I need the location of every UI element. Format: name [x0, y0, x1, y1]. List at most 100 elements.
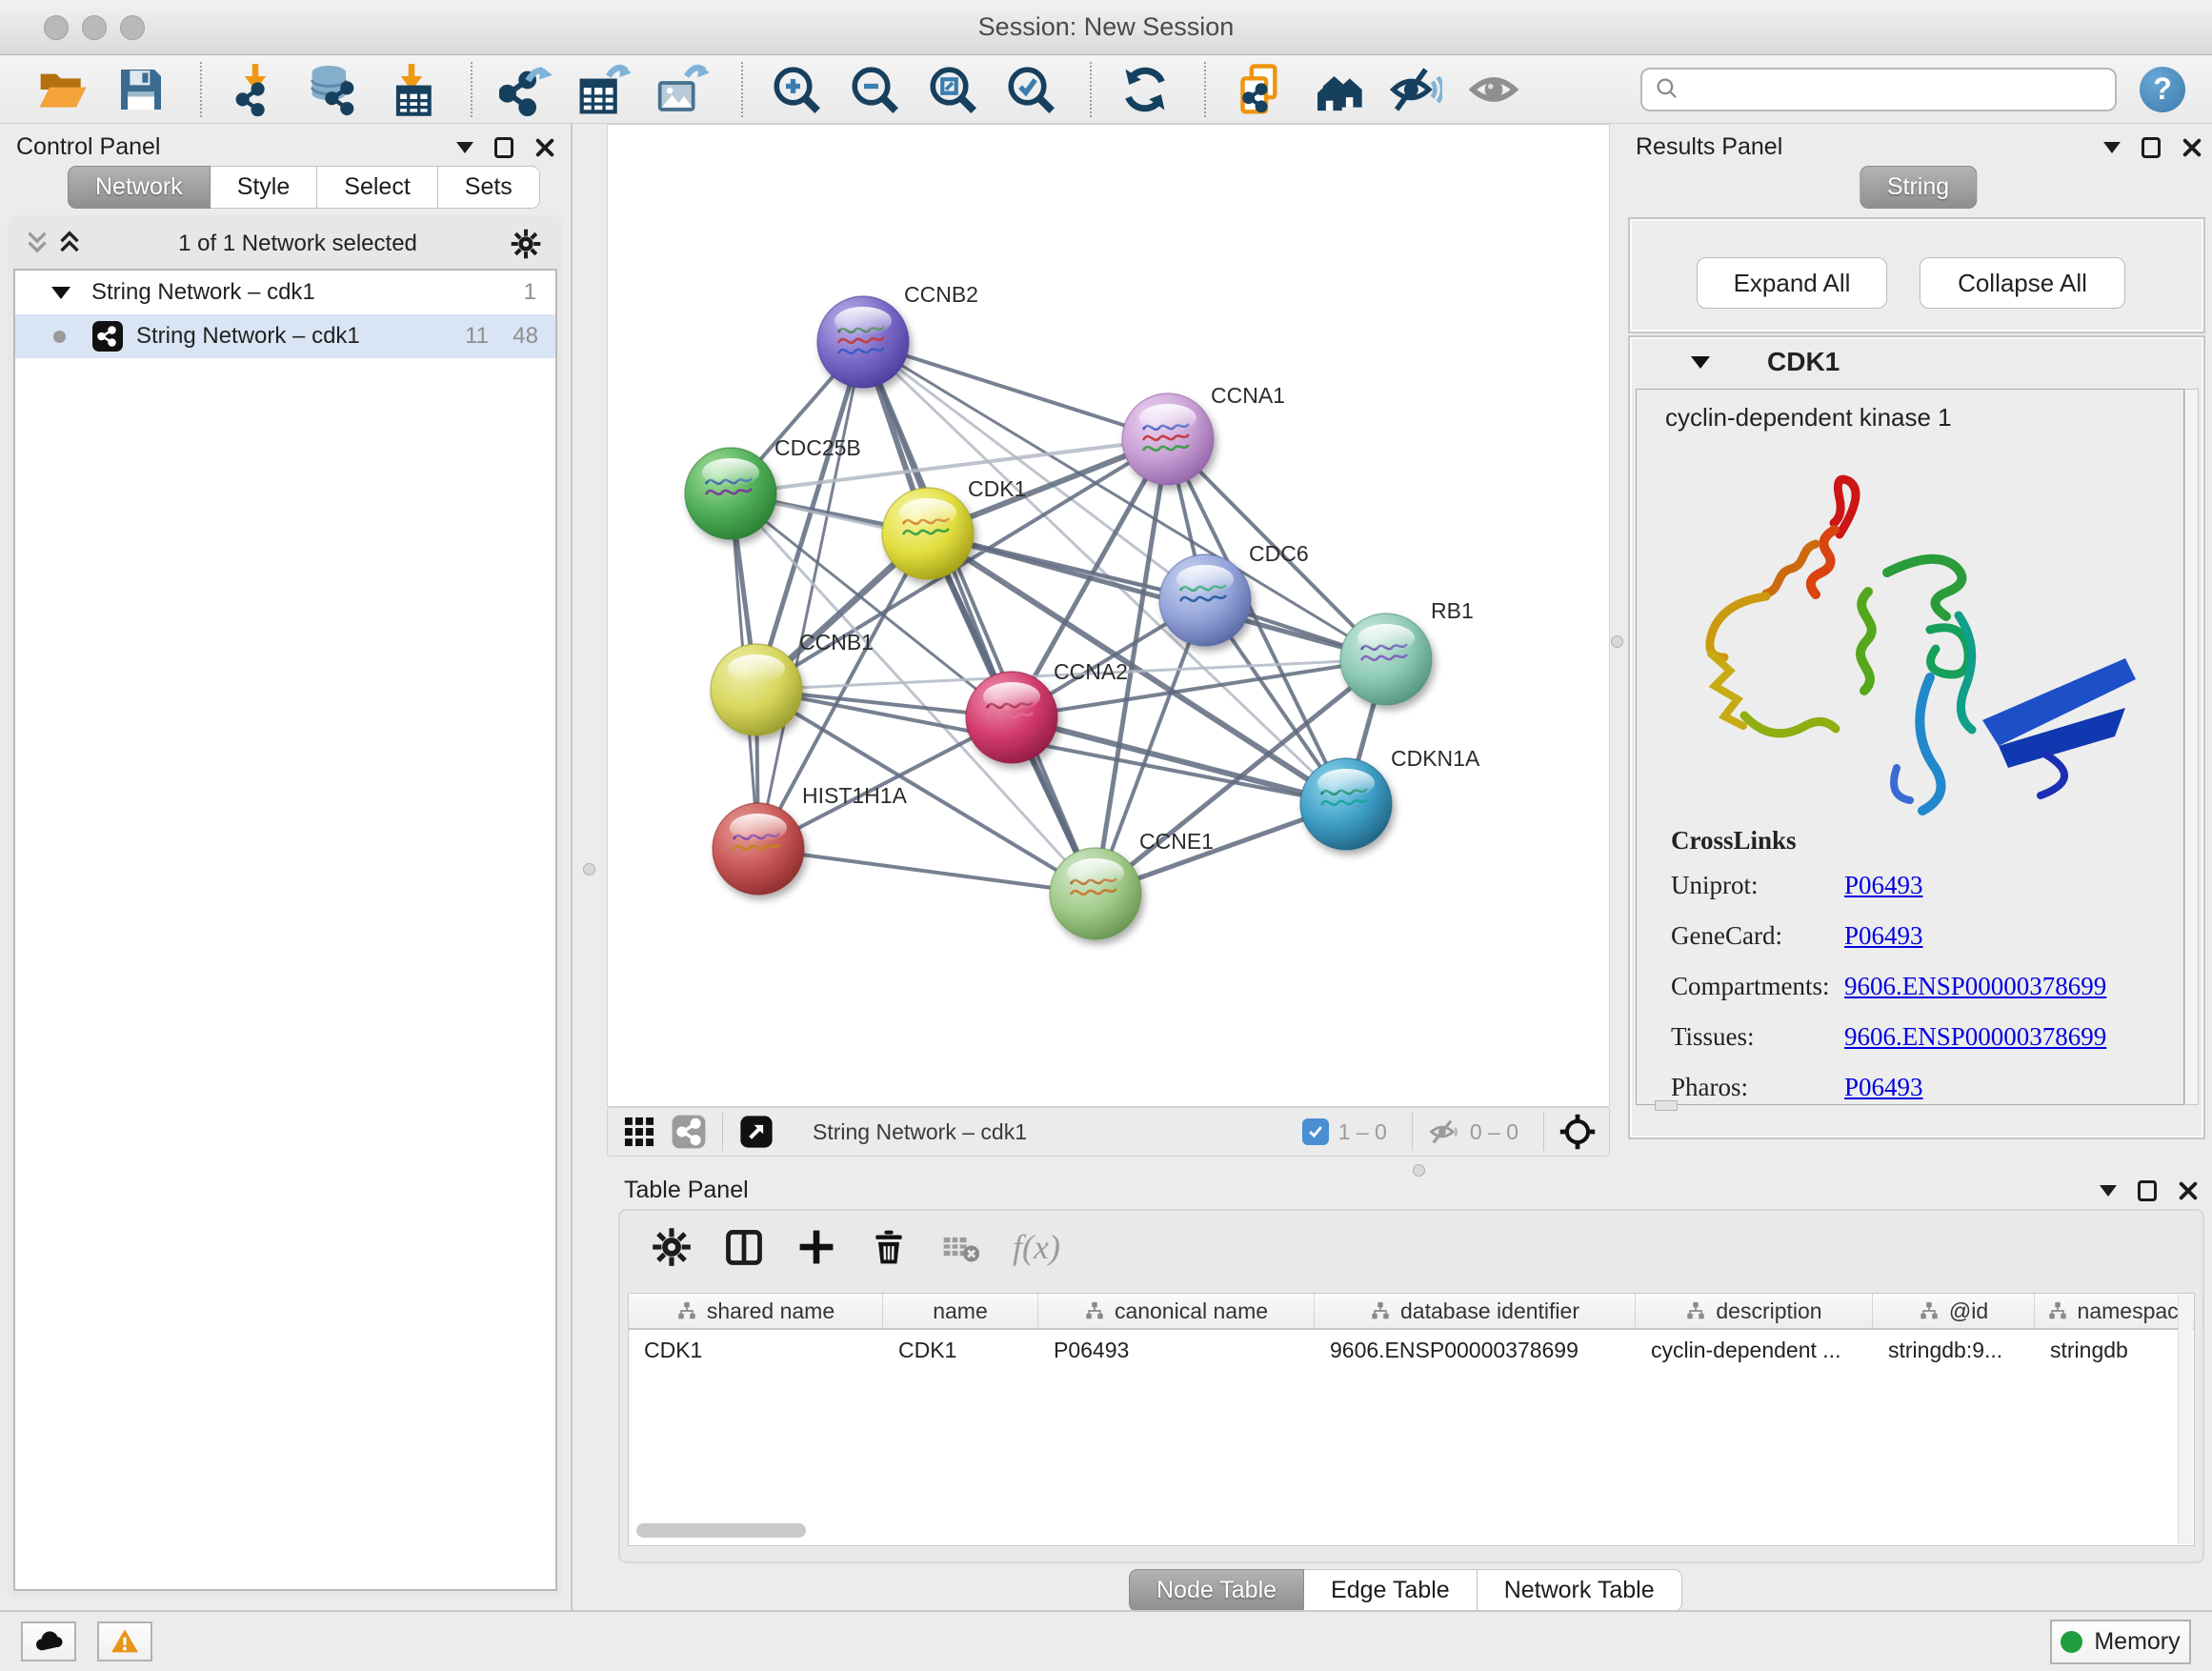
column-header-canonical-name[interactable]: canonical name: [1038, 1294, 1315, 1328]
crosslink-row: Uniprot:P06493: [1671, 871, 2164, 900]
table-settings-gear-icon[interactable]: [651, 1226, 693, 1268]
tab-string[interactable]: String: [1860, 166, 1977, 209]
show-all-icon[interactable]: [1467, 63, 1520, 116]
column-header--id[interactable]: @id: [1873, 1294, 2035, 1328]
network-row[interactable]: String Network – cdk1 11 48: [15, 314, 555, 358]
table-cell[interactable]: 9606.ENSP00000378699: [1315, 1338, 1636, 1363]
node-CCNA1[interactable]: CCNA1: [1122, 383, 1285, 485]
column-header-description[interactable]: description: [1636, 1294, 1873, 1328]
tab-node-table[interactable]: Node Table: [1129, 1569, 1304, 1612]
float-panel-icon[interactable]: [2142, 137, 2161, 158]
export-network-icon[interactable]: [499, 63, 553, 116]
table-cell[interactable]: P06493: [1038, 1338, 1315, 1363]
cloud-status-button[interactable]: [21, 1621, 76, 1661]
tab-sets[interactable]: Sets: [438, 166, 540, 209]
hide-selected-icon[interactable]: [1389, 63, 1442, 116]
crosslink-value-link[interactable]: P06493: [1844, 871, 1923, 900]
help-button[interactable]: ?: [2140, 67, 2185, 112]
open-session-button[interactable]: [36, 63, 90, 116]
home-layout-icon[interactable]: [1311, 63, 1364, 116]
column-header-database-identifier[interactable]: database identifier: [1315, 1294, 1636, 1328]
refresh-icon[interactable]: [1118, 63, 1172, 116]
node-CDK1[interactable]: CDK1: [882, 476, 1026, 579]
memory-button[interactable]: Memory: [2050, 1620, 2191, 1664]
float-panel-icon[interactable]: [2138, 1180, 2157, 1201]
export-table-icon[interactable]: [577, 63, 631, 116]
show-columns-icon[interactable]: [723, 1226, 765, 1268]
edge-CCNB2-HIST1H1A[interactable]: [758, 342, 863, 849]
tab-network-table[interactable]: Network Table: [1478, 1569, 1682, 1612]
network-collection-row[interactable]: String Network – cdk1 1: [15, 271, 555, 314]
splitter-handle[interactable]: [1611, 635, 1623, 648]
crosslink-value-link[interactable]: 9606.ENSP00000378699: [1844, 1022, 2106, 1052]
column-header-shared-name[interactable]: shared name: [629, 1294, 883, 1328]
node-CDC25B[interactable]: CDC25B: [685, 435, 861, 539]
table-cell[interactable]: CDK1: [883, 1338, 1038, 1363]
import-network-icon[interactable]: [229, 63, 282, 116]
crosslink-label: Compartments:: [1671, 972, 1844, 1001]
detach-view-icon[interactable]: [738, 1114, 774, 1150]
tab-style[interactable]: Style: [211, 166, 318, 209]
selected-indicator-checkbox[interactable]: [1302, 1118, 1329, 1145]
splitter-handle[interactable]: [583, 863, 595, 876]
node-HIST1H1A[interactable]: HIST1H1A: [713, 783, 908, 895]
export-image-icon[interactable]: [655, 63, 709, 116]
expand-all-networks-icon[interactable]: [53, 228, 86, 260]
table-cell[interactable]: stringdb:9...: [1873, 1338, 2035, 1363]
save-session-button[interactable]: [114, 63, 168, 116]
network-overview-icon[interactable]: [671, 1114, 707, 1150]
close-panel-icon[interactable]: [534, 137, 555, 158]
table-vertical-scrollbar[interactable]: [2178, 1295, 2193, 1544]
search-input[interactable]: [1690, 76, 2103, 103]
delete-column-trash-icon[interactable]: [868, 1226, 910, 1268]
toolbar-separator: [1543, 1113, 1544, 1151]
table-cell[interactable]: cyclin-dependent ...: [1636, 1338, 1873, 1363]
import-network-from-database-icon[interactable]: [307, 63, 360, 116]
close-panel-icon[interactable]: [2182, 137, 2202, 158]
edge-HIST1H1A-CCNE1[interactable]: [758, 849, 1096, 894]
create-column-plus-icon[interactable]: [795, 1226, 837, 1268]
column-header-name[interactable]: name: [883, 1294, 1038, 1328]
zoom-out-icon[interactable]: [848, 63, 901, 116]
crosslink-value-link[interactable]: P06493: [1844, 921, 1923, 951]
node-RB1[interactable]: RB1: [1340, 598, 1474, 705]
tab-edge-table[interactable]: Edge Table: [1304, 1569, 1478, 1612]
results-scrollbar-nub[interactable]: [1655, 1100, 1678, 1111]
center-view-crosshair-icon[interactable]: [1559, 1114, 1596, 1150]
search-box[interactable]: [1640, 68, 2117, 111]
edge-CDK1-RB1[interactable]: [928, 534, 1386, 659]
tab-select[interactable]: Select: [317, 166, 437, 209]
zoom-in-icon[interactable]: [770, 63, 823, 116]
panel-menu-icon[interactable]: [2100, 1185, 2117, 1197]
zoom-selected-icon[interactable]: [1004, 63, 1057, 116]
crosslink-label: Tissues:: [1671, 1022, 1844, 1052]
gene-description: cyclin-dependent kinase 1: [1665, 403, 1952, 433]
close-panel-icon[interactable]: [2178, 1180, 2199, 1201]
collapse-all-networks-icon[interactable]: [21, 228, 53, 260]
crosslink-value-link[interactable]: P06493: [1844, 1073, 1923, 1102]
table-row[interactable]: CDK1CDK1P064939606.ENSP00000378699cyclin…: [629, 1330, 2194, 1370]
table-cell[interactable]: CDK1: [629, 1338, 883, 1363]
crosslink-value-link[interactable]: 9606.ENSP00000378699: [1844, 972, 2106, 1001]
table-horizontal-scrollbar[interactable]: [636, 1523, 806, 1538]
panel-menu-icon[interactable]: [2103, 142, 2121, 153]
collection-expand-icon[interactable]: [51, 287, 70, 299]
warnings-button[interactable]: [97, 1621, 152, 1661]
gene-header[interactable]: CDK1: [1630, 337, 2203, 387]
protein-structure-image: [1644, 439, 2178, 820]
network-options-gear-icon[interactable]: [510, 228, 542, 260]
results-scrollbar[interactable]: [2184, 389, 2199, 1105]
first-neighbors-icon[interactable]: [1233, 63, 1286, 116]
panel-menu-icon[interactable]: [456, 142, 473, 153]
float-panel-icon[interactable]: [494, 137, 513, 158]
tab-network[interactable]: Network: [68, 166, 211, 209]
expand-all-button[interactable]: Expand All: [1697, 257, 1887, 309]
edge-CCNB2-CCNA1[interactable]: [863, 342, 1168, 439]
import-table-icon[interactable]: [385, 63, 438, 116]
collapse-all-button[interactable]: Collapse All: [1920, 257, 2125, 309]
gene-collapse-icon[interactable]: [1691, 356, 1710, 369]
network-canvas[interactable]: CCNB2CCNA1CDC25BCDK1CDC6RB1CCNB1CCNA2CDK…: [607, 124, 1610, 1107]
table-panel-title: Table Panel: [624, 1177, 749, 1204]
zoom-fit-icon[interactable]: [926, 63, 979, 116]
birds-eye-view-icon[interactable]: [621, 1114, 657, 1150]
